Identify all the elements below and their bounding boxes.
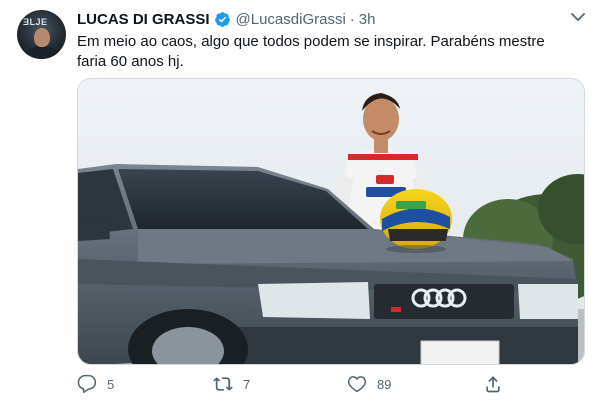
retweet-icon [213,377,233,391]
tweet-photo[interactable] [77,78,585,365]
tweet-text: Em meio ao caos, algo que todos podem se… [77,32,577,72]
chevron-down-icon[interactable] [569,10,587,24]
retweet-button[interactable]: 7 [213,372,250,396]
share-button[interactable] [483,372,503,396]
header-separator: · [349,10,355,28]
tweet-timestamp[interactable]: 3h [359,11,376,28]
reply-count: 5 [107,376,115,392]
tweet-header: LUCAS DI GRASSI @LucasdiGrassi · 3h [77,9,375,29]
like-count: 89 [377,376,392,392]
retweet-count: 7 [243,376,251,392]
photo-ayrton-senna-audi [78,79,584,364]
tweet-actions: 5 7 89 [77,372,585,396]
avatar[interactable]: ƎLJE [17,10,66,59]
like-button[interactable]: 89 [347,372,391,396]
share-icon [486,376,500,393]
reply-icon [77,374,97,393]
verified-badge-icon [214,11,230,27]
tweet-text-line: Em meio ao caos, algo que todos podem se… [77,33,545,50]
reply-button[interactable]: 5 [77,372,114,396]
author-handle[interactable]: @LucasdiGrassi [236,11,346,28]
heart-icon [347,376,367,393]
tweet-card[interactable]: ƎLJE LUCAS DI GRASSI @LucasdiGrassi · 3h… [0,0,601,404]
tweet-text-line: faria 60 anos hj. [77,53,184,70]
author-display-name[interactable]: LUCAS DI GRASSI [77,11,210,28]
avatar-head [34,28,50,47]
avatar-shoulders [25,46,59,59]
avatar-logo-text: ƎLJE [23,17,48,27]
